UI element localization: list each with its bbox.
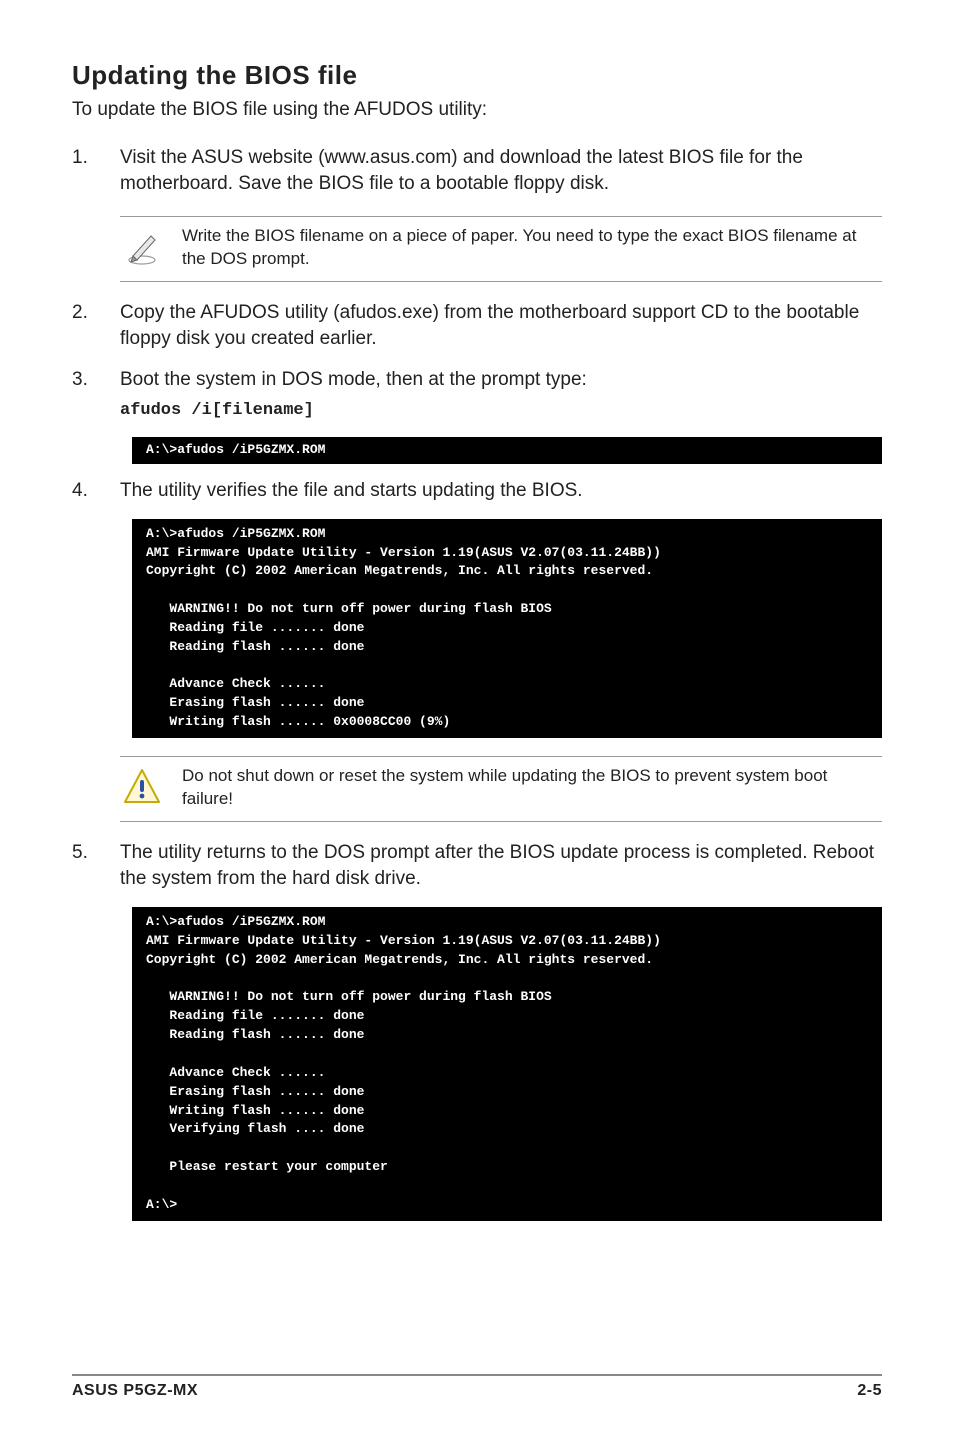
step-3-text: Boot the system in DOS mode, then at the… bbox=[120, 369, 587, 390]
terminal-output-2: A:\>afudos /iP5GZMX.ROM AMI Firmware Upd… bbox=[132, 519, 882, 738]
note-1-text: Write the BIOS filename on a piece of pa… bbox=[182, 225, 882, 271]
pencil-icon bbox=[120, 225, 164, 269]
note-block-1: Write the BIOS filename on a piece of pa… bbox=[120, 216, 882, 282]
note-2-text: Do not shut down or reset the system whi… bbox=[182, 765, 882, 811]
footer-page-number: 2-5 bbox=[857, 1382, 882, 1400]
steps-list: Visit the ASUS website (www.asus.com) an… bbox=[72, 145, 882, 1221]
step-3: Boot the system in DOS mode, then at the… bbox=[72, 367, 882, 423]
step-3-command: afudos /i[filename] bbox=[120, 399, 882, 423]
warning-icon bbox=[120, 765, 164, 809]
page-footer: ASUS P5GZ-MX 2-5 bbox=[72, 1374, 882, 1400]
step-5: The utility returns to the DOS prompt af… bbox=[72, 840, 882, 893]
step-2: Copy the AFUDOS utility (afudos.exe) fro… bbox=[72, 300, 882, 353]
intro-text: To update the BIOS file using the AFUDOS… bbox=[72, 97, 882, 123]
note-block-2: Do not shut down or reset the system whi… bbox=[120, 756, 882, 822]
terminal-output-1: A:\>afudos /iP5GZMX.ROM bbox=[132, 437, 882, 464]
step-4-text: The utility verifies the file and starts… bbox=[120, 480, 583, 501]
step-5-text: The utility returns to the DOS prompt af… bbox=[120, 842, 874, 890]
step-4: The utility verifies the file and starts… bbox=[72, 478, 882, 505]
step-1-text: Visit the ASUS website (www.asus.com) an… bbox=[120, 147, 803, 195]
footer-product: ASUS P5GZ-MX bbox=[72, 1382, 198, 1400]
page: Updating the BIOS file To update the BIO… bbox=[0, 0, 954, 1438]
section-title: Updating the BIOS file bbox=[72, 60, 882, 91]
step-2-text: Copy the AFUDOS utility (afudos.exe) fro… bbox=[120, 302, 859, 350]
step-1: Visit the ASUS website (www.asus.com) an… bbox=[72, 145, 882, 198]
terminal-output-3: A:\>afudos /iP5GZMX.ROM AMI Firmware Upd… bbox=[132, 907, 882, 1221]
